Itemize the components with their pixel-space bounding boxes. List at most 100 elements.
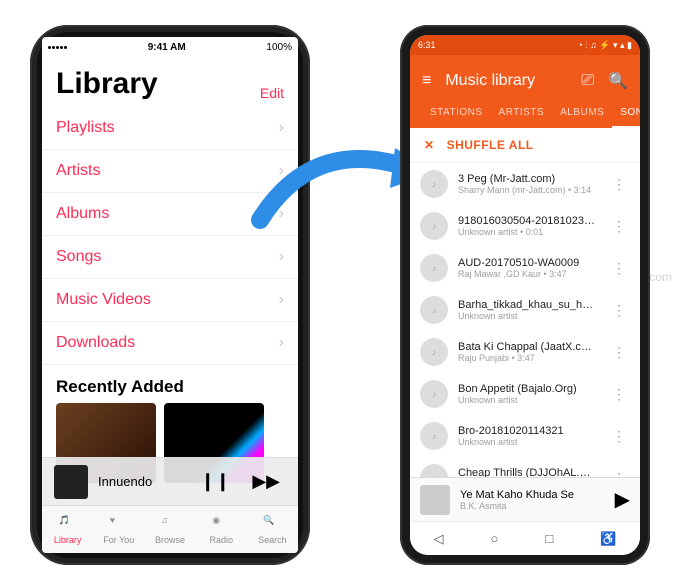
tab-search[interactable]: 🔍 Search: [247, 506, 298, 553]
tab-for-you[interactable]: ♥ For You: [93, 506, 144, 553]
song-row[interactable]: ♪ Bon Appetit (Bajalo.Org) Unknown artis…: [410, 373, 640, 415]
ios-tab-bar: 🎵 Library ♥ For You ♫ Browse ◉ Radio 🔍 S…: [42, 505, 298, 553]
more-icon[interactable]: ⋮: [608, 386, 630, 403]
shuffle-all-button[interactable]: ✕ SHUFFLE ALL: [410, 128, 640, 163]
nav-accessibility-icon[interactable]: ♿: [600, 531, 616, 547]
now-playing-bar[interactable]: Innuendo ❙❙ ▶▶: [42, 457, 298, 505]
tab-albums[interactable]: ALBUMS: [552, 97, 612, 128]
ios-status-battery: 100%: [266, 42, 292, 53]
song-title: Bata Ki Chappal (JaatX.com): [458, 341, 598, 353]
song-title: Cheap Thrills (DJJOhAL.Com) (Mp…: [458, 467, 598, 477]
library-item-label: Artists: [56, 162, 100, 180]
ios-status-time: 9:41 AM: [148, 42, 186, 53]
heart-icon: ♥: [110, 515, 128, 533]
library-item-music-videos[interactable]: Music Videos ›: [42, 279, 298, 322]
hamburger-menu-icon[interactable]: ≡: [422, 72, 431, 90]
song-row[interactable]: ♪ 3 Peg (Mr-Jatt.com) Sharry Mann (mr-Ja…: [410, 163, 640, 205]
tab-browse[interactable]: ♫ Browse: [144, 506, 195, 553]
tab-radio[interactable]: ◉ Radio: [196, 506, 247, 553]
song-title: 918016030504-20181023205422: [458, 215, 598, 227]
tab-stations[interactable]: STATIONS: [422, 97, 491, 128]
song-row[interactable]: ♪ Barha_tikkad_khau_su_haryanvi_… Unknow…: [410, 289, 640, 331]
cast-icon[interactable]: ⎚: [581, 72, 594, 90]
note-icon: ♫: [161, 515, 179, 533]
song-subtitle: Unknown artist: [458, 395, 598, 405]
chevron-right-icon: ›: [279, 291, 284, 309]
song-row[interactable]: ♪ AUD-20170510-WA0009 Raj Mawar ,GD Kaur…: [410, 247, 640, 289]
tab-label: Browse: [155, 535, 185, 545]
song-subtitle: Unknown artist: [458, 311, 598, 321]
song-row[interactable]: ♪ 918016030504-20181023205422 Unknown ar…: [410, 205, 640, 247]
now-playing-art: [420, 485, 450, 515]
library-item-label: Playlists: [56, 119, 115, 137]
tab-songs[interactable]: SONGS: [612, 97, 640, 128]
next-track-icon[interactable]: ▶▶: [246, 471, 286, 492]
iphone-device-frame: 9:41 AM 100% Library Edit Playlists › Ar…: [30, 25, 310, 565]
song-art-icon: ♪: [420, 338, 448, 366]
android-status-time: 6:31: [418, 40, 436, 50]
more-icon[interactable]: ⋮: [608, 428, 630, 445]
song-art-icon: ♪: [420, 464, 448, 477]
chevron-right-icon: ›: [279, 162, 284, 180]
android-status-bar: 6:31 ◔ ⫶ ♫ ⚡ ▾ ▴ ▮: [410, 35, 640, 55]
now-playing-title: Innuendo: [98, 474, 184, 489]
song-subtitle: Raju Punjabi • 3:47: [458, 353, 598, 363]
more-icon[interactable]: ⋮: [608, 260, 630, 277]
song-title: AUD-20170510-WA0009: [458, 257, 598, 269]
android-tabs: STATIONS ARTISTS ALBUMS SONGS GENRES: [422, 97, 628, 128]
song-art-icon: ♪: [420, 212, 448, 240]
page-title: Library: [56, 67, 158, 101]
android-now-playing-bar[interactable]: Ye Mat Kaho Khuda Se B.K. Asmita ▶: [410, 477, 640, 521]
pause-icon[interactable]: ❙❙: [194, 471, 236, 492]
more-icon[interactable]: ⋮: [608, 470, 630, 478]
more-icon[interactable]: ⋮: [608, 344, 630, 361]
song-art-icon: ♪: [420, 254, 448, 282]
search-icon[interactable]: 🔍: [608, 71, 628, 91]
library-item-playlists[interactable]: Playlists ›: [42, 107, 298, 150]
library-item-downloads[interactable]: Downloads ›: [42, 322, 298, 365]
library-item-songs[interactable]: Songs ›: [42, 236, 298, 279]
song-row[interactable]: ♪ Cheap Thrills (DJJOhAL.Com) (Mp… Sia •…: [410, 457, 640, 477]
android-status-icons: ◔ ⫶ ♫ ⚡ ▾ ▴ ▮: [577, 40, 632, 51]
song-row[interactable]: ♪ Bro-20181020114321 Unknown artist ⋮: [410, 415, 640, 457]
library-item-label: Music Videos: [56, 291, 151, 309]
nav-recent-icon[interactable]: □: [545, 531, 553, 546]
recently-added-header: Recently Added: [42, 365, 298, 403]
radio-icon: ◉: [212, 515, 230, 533]
now-playing-subtitle: B.K. Asmita: [460, 501, 605, 511]
library-item-label: Downloads: [56, 334, 135, 352]
more-icon[interactable]: ⋮: [608, 218, 630, 235]
song-subtitle: Sharry Mann (mr-Jatt.com) • 3:14: [458, 185, 598, 195]
android-device-frame: 6:31 ◔ ⫶ ♫ ⚡ ▾ ▴ ▮ ≡ Music library ⎚ 🔍 S…: [400, 25, 650, 565]
song-art-icon: ♪: [420, 296, 448, 324]
tab-label: Search: [258, 535, 287, 545]
tab-label: For You: [103, 535, 134, 545]
nav-back-icon[interactable]: ◁: [434, 531, 444, 547]
chevron-right-icon: ›: [279, 334, 284, 352]
tab-artists[interactable]: ARTISTS: [491, 97, 553, 128]
android-nav-bar: ◁ ○ □ ♿: [410, 521, 640, 555]
library-item-label: Albums: [56, 205, 109, 223]
edit-button[interactable]: Edit: [260, 85, 284, 101]
library-item-albums[interactable]: Albums ›: [42, 193, 298, 236]
chevron-right-icon: ›: [279, 248, 284, 266]
song-art-icon: ♪: [420, 170, 448, 198]
song-title: Bro-20181020114321: [458, 425, 598, 437]
android-screen: 6:31 ◔ ⫶ ♫ ⚡ ▾ ▴ ▮ ≡ Music library ⎚ 🔍 S…: [410, 35, 640, 555]
play-icon[interactable]: ▶: [615, 487, 630, 512]
song-subtitle: Raj Mawar ,GD Kaur • 3:47: [458, 269, 598, 279]
chevron-right-icon: ›: [279, 119, 284, 137]
song-subtitle: Unknown artist: [458, 437, 598, 447]
library-item-artists[interactable]: Artists ›: [42, 150, 298, 193]
tab-label: Library: [54, 535, 82, 545]
more-icon[interactable]: ⋮: [608, 302, 630, 319]
nav-home-icon[interactable]: ○: [491, 531, 499, 546]
tab-library[interactable]: 🎵 Library: [42, 506, 93, 553]
song-row[interactable]: ♪ Bata Ki Chappal (JaatX.com) Raju Punja…: [410, 331, 640, 373]
chevron-right-icon: ›: [279, 205, 284, 223]
more-icon[interactable]: ⋮: [608, 176, 630, 193]
song-art-icon: ♪: [420, 422, 448, 450]
library-item-label: Songs: [56, 248, 101, 266]
ios-status-bar: 9:41 AM 100%: [42, 37, 298, 57]
song-title: 3 Peg (Mr-Jatt.com): [458, 173, 598, 185]
